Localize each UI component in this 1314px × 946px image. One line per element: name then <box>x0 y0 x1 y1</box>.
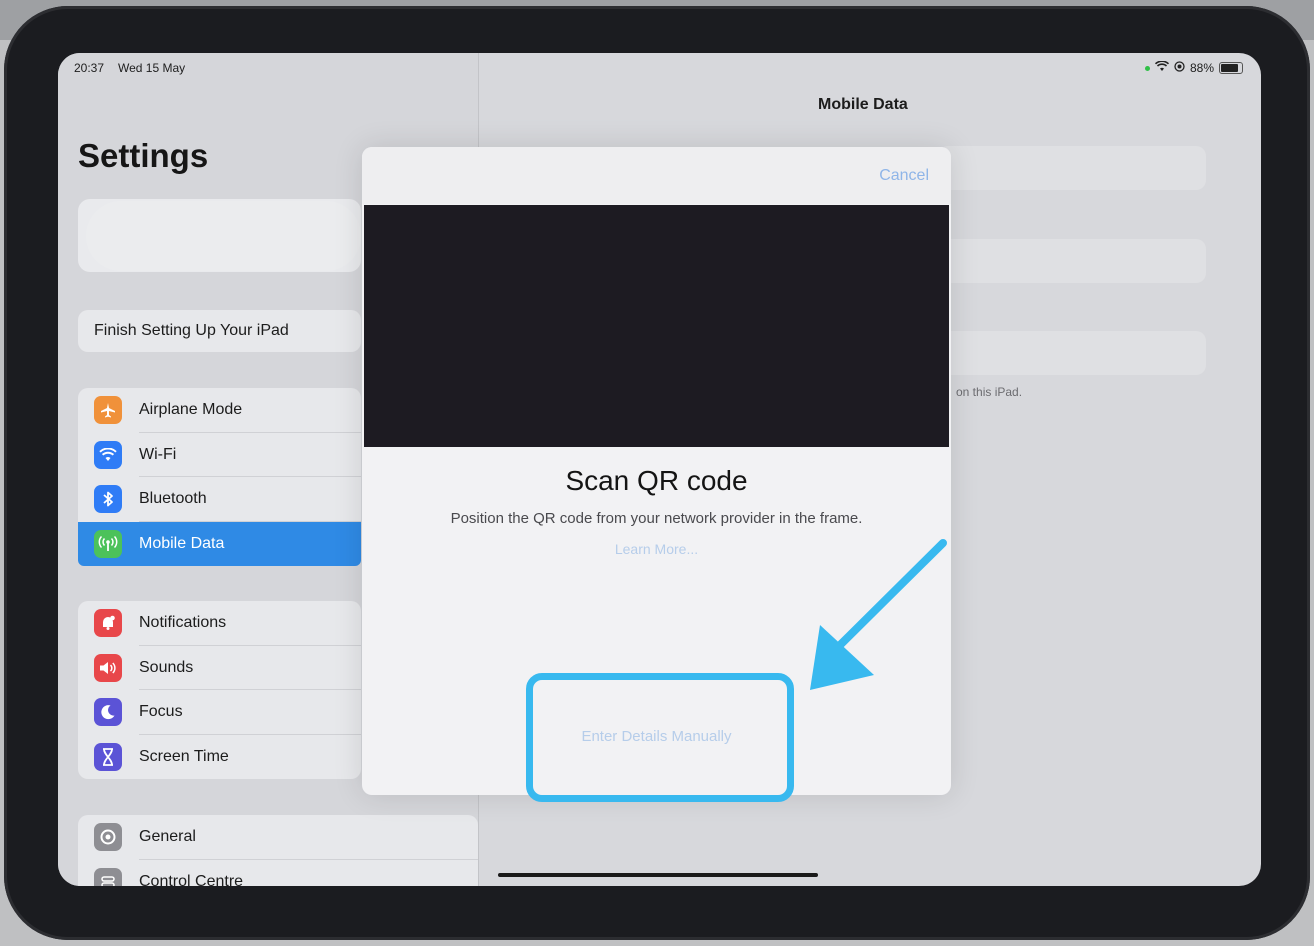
sheet-title: Scan QR code <box>565 465 748 496</box>
sidebar-item-wifi[interactable]: Wi-Fi <box>78 433 361 477</box>
pointer-arrow-icon <box>810 539 947 690</box>
location-icon <box>1174 61 1185 75</box>
detail-row[interactable] <box>938 239 1206 283</box>
notifications-group: Notifications Sounds Focus Screen Time <box>78 601 361 779</box>
sidebar-item-control-centre[interactable]: Control Centre <box>78 860 478 886</box>
status-indicators: 88% <box>1144 60 1243 75</box>
hourglass-icon <box>94 742 122 771</box>
battery-percent: 88% <box>1189 61 1214 75</box>
detail-footnote: on this iPad. <box>956 385 1023 399</box>
battery-icon <box>1219 62 1243 74</box>
sidebar-item-label: Control Centre <box>139 872 244 886</box>
sidebar-item-label: General <box>139 828 196 846</box>
finish-setup-row[interactable]: Finish Setting Up Your iPad <box>78 310 361 352</box>
sidebar-item-screen-time[interactable]: Screen Time <box>78 735 361 780</box>
cancel-button[interactable]: Cancel <box>879 167 929 185</box>
highlight-box <box>526 673 794 802</box>
sheet-instructions: Position the QR code from your network p… <box>450 510 863 527</box>
sidebar-item-label: Sounds <box>139 658 194 676</box>
status-date: Wed 15 May <box>118 61 186 75</box>
mic-indicator-icon <box>1144 65 1150 71</box>
sidebar-item-bluetooth[interactable]: Bluetooth <box>78 477 361 522</box>
page-title: Settings <box>78 137 209 174</box>
sidebar-item-label: Screen Time <box>139 747 229 765</box>
speaker-icon <box>94 653 122 682</box>
connectivity-group: Airplane Mode Wi-Fi Bluetooth Mobile Dat… <box>78 388 361 566</box>
detail-row[interactable] <box>938 146 1206 190</box>
apple-id-placeholder <box>86 201 361 271</box>
switches-icon <box>94 867 122 886</box>
moon-icon <box>94 698 122 727</box>
status-time: 20:37 <box>74 61 105 75</box>
sidebar-item-label: Focus <box>139 703 183 721</box>
camera-viewfinder <box>364 205 949 447</box>
antenna-icon <box>94 529 122 558</box>
sheet-header: Cancel <box>362 147 951 204</box>
sidebar-item-label: Mobile Data <box>139 534 225 552</box>
sidebar-item-label: Wi-Fi <box>139 445 177 463</box>
general-group: General Control Centre <box>78 815 478 886</box>
detail-row[interactable] <box>938 331 1206 375</box>
airplane-icon <box>94 396 122 425</box>
detail-title: Mobile Data <box>818 96 908 113</box>
sidebar-item-sounds[interactable]: Sounds <box>78 646 361 690</box>
home-indicator <box>498 873 818 877</box>
finish-setup-label: Finish Setting Up Your iPad <box>94 322 289 339</box>
sidebar-item-airplane-mode[interactable]: Airplane Mode <box>78 388 361 433</box>
sidebar-item-general[interactable]: General <box>78 815 478 860</box>
sidebar-item-label: Airplane Mode <box>139 401 243 419</box>
bluetooth-icon <box>94 485 122 514</box>
bell-icon <box>94 609 122 638</box>
sidebar-item-notifications[interactable]: Notifications <box>78 601 361 646</box>
gear-icon <box>94 823 122 852</box>
sidebar-item-label: Bluetooth <box>139 490 207 508</box>
sidebar-item-label: Notifications <box>139 614 227 632</box>
wifi-icon <box>94 440 122 469</box>
sidebar-item-focus[interactable]: Focus <box>78 690 361 735</box>
wifi-status-icon <box>1154 60 1170 75</box>
sidebar-item-mobile-data[interactable]: Mobile Data <box>78 521 361 566</box>
